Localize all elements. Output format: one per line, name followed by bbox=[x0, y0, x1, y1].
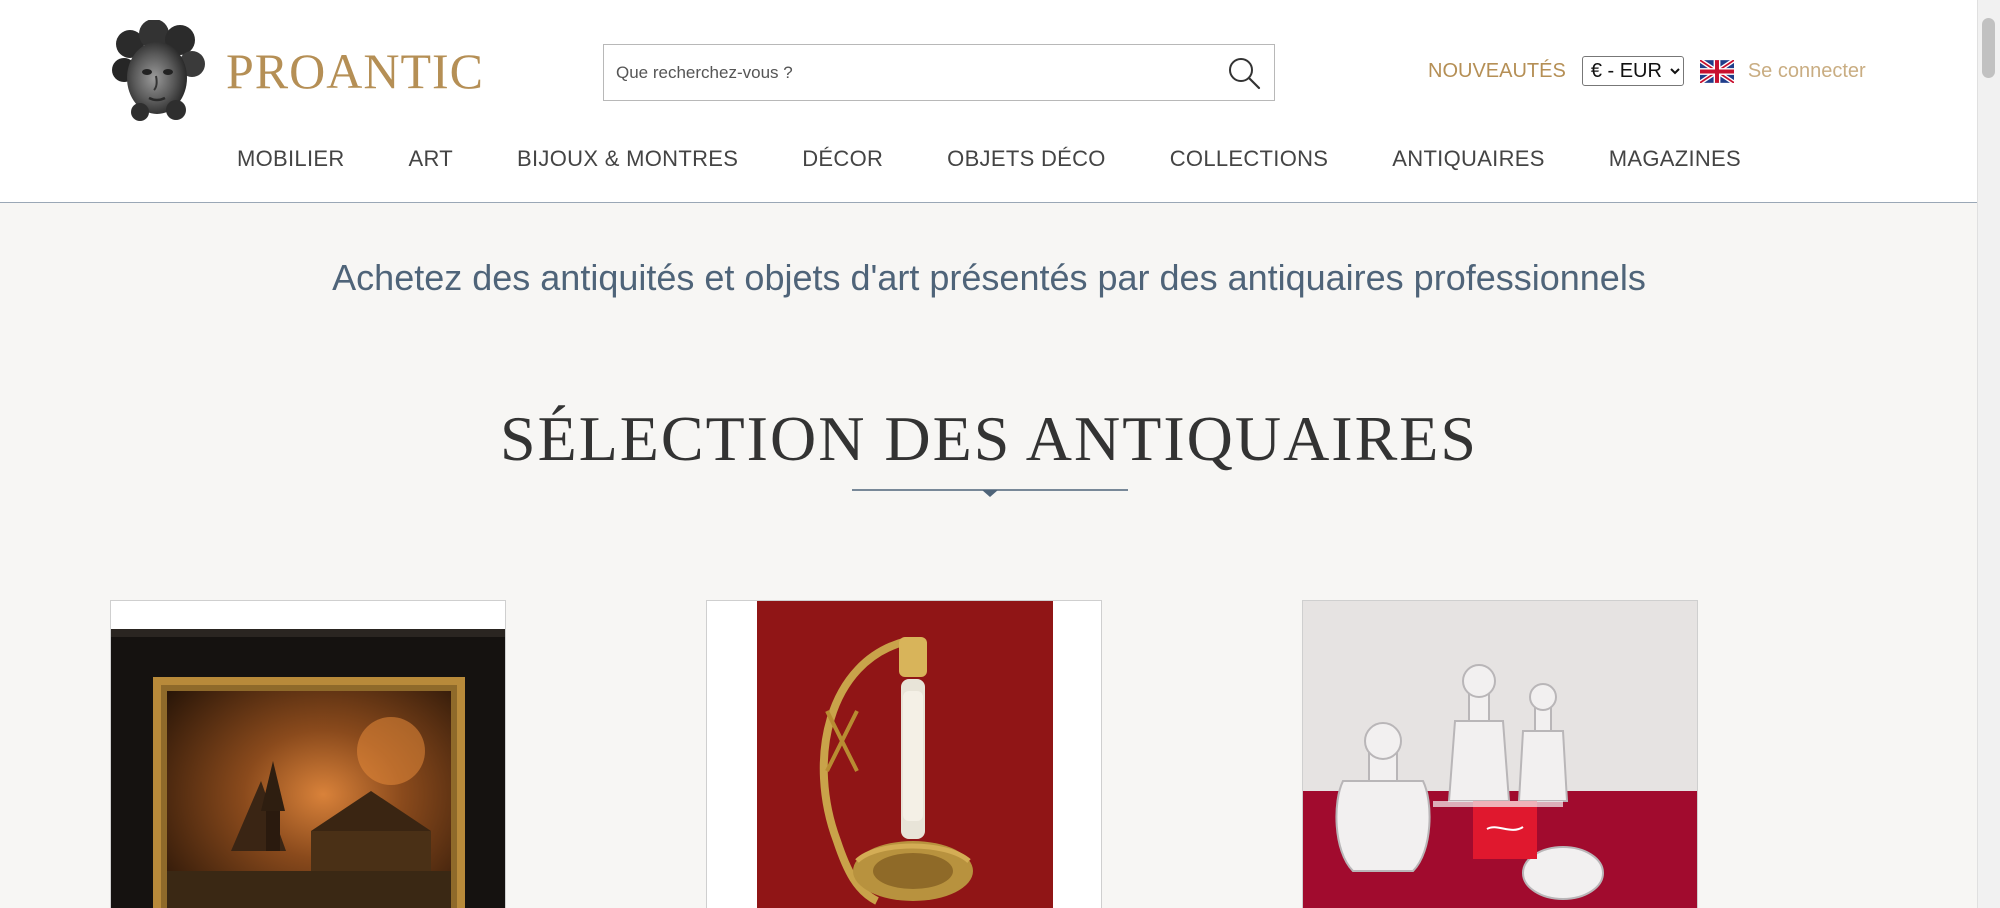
nav-item-objets-deco[interactable]: OBJETS DÉCO bbox=[947, 146, 1106, 172]
product-card-sword[interactable] bbox=[706, 600, 1102, 908]
search-input[interactable] bbox=[604, 45, 1216, 100]
search-box bbox=[603, 44, 1275, 101]
cherub-logo-icon bbox=[112, 20, 205, 121]
nav-item-magazines[interactable]: MAGAZINES bbox=[1609, 146, 1741, 172]
page-scrollbar[interactable] bbox=[1977, 0, 2000, 908]
painting-image bbox=[111, 629, 505, 908]
tagline: Achetez des antiquités et objets d'art p… bbox=[332, 257, 1646, 298]
nav-item-antiquaires[interactable]: ANTIQUAIRES bbox=[1392, 146, 1544, 172]
sword-image bbox=[707, 601, 1101, 908]
site-header: PROANTIC NOUVEAUTÉS € - EUR Se connecter bbox=[0, 0, 1978, 203]
main-nav: MOBILIER ART BIJOUX & MONTRES DÉCOR OBJE… bbox=[0, 146, 1978, 172]
section-title: SÉLECTION DES ANTIQUAIRES bbox=[500, 403, 1478, 474]
nouveautes-link[interactable]: NOUVEAUTÉS bbox=[1428, 60, 1566, 83]
product-card-painting[interactable] bbox=[110, 600, 506, 908]
search-icon[interactable] bbox=[1226, 55, 1262, 91]
nav-item-bijoux-montres[interactable]: BIJOUX & MONTRES bbox=[517, 146, 738, 172]
product-card-crystal[interactable] bbox=[1302, 600, 1698, 908]
section-divider bbox=[852, 489, 1128, 497]
scrollbar-thumb[interactable] bbox=[1982, 18, 1995, 78]
uk-flag-icon[interactable] bbox=[1699, 59, 1734, 83]
nav-item-mobilier[interactable]: MOBILIER bbox=[237, 146, 345, 172]
crystal-bottles-image bbox=[1303, 601, 1697, 908]
nav-item-decor[interactable]: DÉCOR bbox=[802, 146, 883, 172]
logo-link[interactable]: PROANTIC bbox=[110, 20, 484, 122]
page: PROANTIC NOUVEAUTÉS € - EUR Se connecter bbox=[0, 0, 1978, 908]
nav-item-collections[interactable]: COLLECTIONS bbox=[1170, 146, 1329, 172]
header-actions: NOUVEAUTÉS € - EUR Se connecter bbox=[1428, 56, 1866, 86]
nav-item-art[interactable]: ART bbox=[409, 146, 454, 172]
currency-select[interactable]: € - EUR bbox=[1581, 56, 1684, 86]
login-link[interactable]: Se connecter bbox=[1748, 60, 1866, 83]
brand-name: PROANTIC bbox=[226, 43, 485, 99]
